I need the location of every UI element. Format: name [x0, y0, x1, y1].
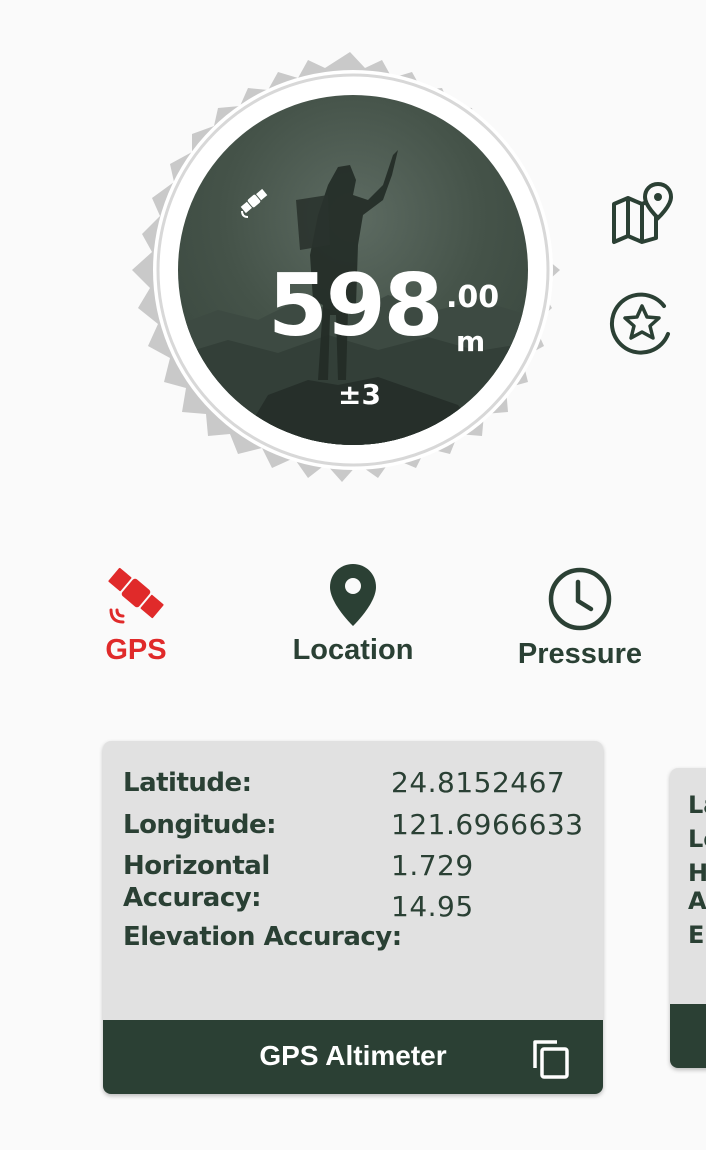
peek-label-4: A [688, 887, 706, 915]
peek-label-1: La [688, 791, 706, 819]
gps-info-card: Latitude: Longitude: Horizontal Accuracy… [103, 741, 603, 1094]
altitude-value: 598 [268, 256, 444, 356]
peek-label-2: Lo [688, 825, 706, 853]
tab-gps-label: GPS [105, 634, 167, 666]
peek-label-3: H [688, 859, 706, 887]
card-footer: GPS Altimeter [103, 1020, 603, 1094]
tab-pressure[interactable]: Pressure [505, 566, 655, 671]
card-title: GPS Altimeter [259, 1040, 447, 1071]
dial-photo: 598 .00 m ±3 [178, 95, 528, 445]
satellite-icon [240, 188, 268, 218]
card2-footer [670, 1004, 706, 1068]
altitude-accuracy: ±3 [338, 378, 381, 411]
map-button[interactable] [608, 180, 676, 248]
altitude-dial: 598 .00 m ±3 [120, 50, 580, 490]
copy-icon[interactable] [531, 1038, 571, 1080]
elevation-accuracy-label: Elevation Accuracy: [123, 922, 402, 952]
location-pin-icon [330, 564, 376, 626]
tab-location-label: Location [292, 634, 414, 666]
longitude-label: Longitude: [123, 810, 277, 840]
favorites-button[interactable] [608, 288, 676, 356]
star-circle-icon [610, 292, 670, 355]
clock-icon [548, 567, 612, 631]
tab-pressure-label: Pressure [517, 638, 643, 670]
altitude-unit: m [456, 325, 486, 358]
latitude-value: 24.8152467 [391, 766, 566, 799]
altitude-decimal: .00 [446, 280, 500, 315]
elevation-accuracy-value: 14.95 [391, 890, 474, 923]
tab-location[interactable]: Location [280, 562, 426, 667]
latitude-label: Latitude: [123, 768, 252, 798]
tab-gps[interactable]: GPS [86, 562, 186, 667]
horizontal-accuracy-value: 1.729 [391, 849, 474, 882]
peek-label-5: El [688, 921, 706, 949]
longitude-value: 121.6966633 [391, 808, 584, 841]
satellite-icon [108, 567, 164, 624]
altimeter-card-next[interactable]: La Lo H A El [670, 768, 706, 1068]
map-pin-icon [612, 181, 674, 244]
horizontal-accuracy-label: Horizontal Accuracy: [123, 851, 270, 913]
